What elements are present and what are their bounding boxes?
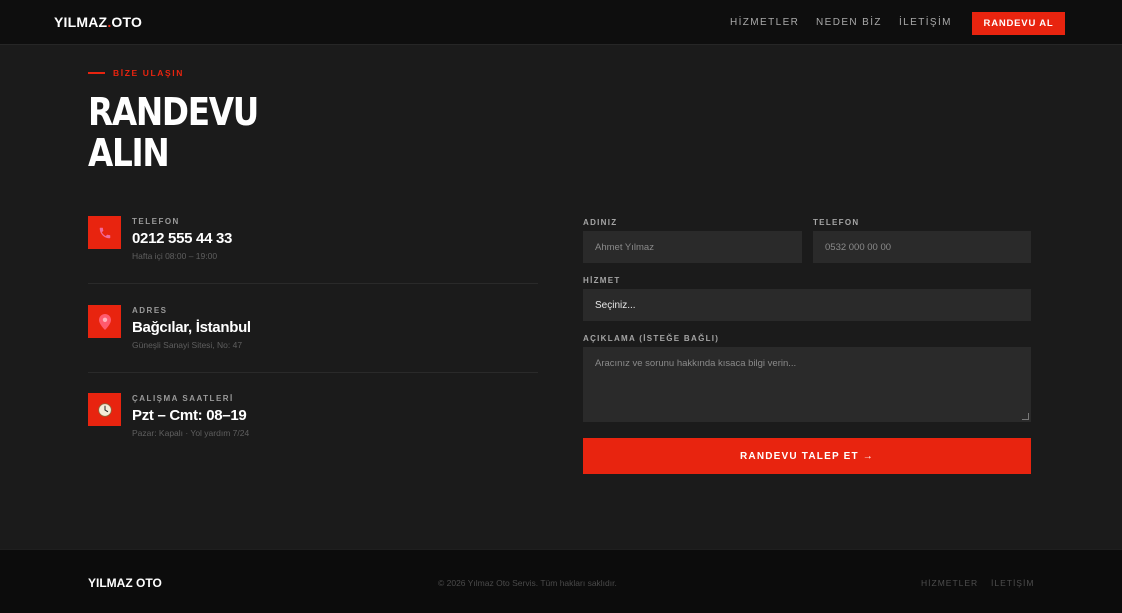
phone-label: TELEFON [132,217,180,226]
phone-number[interactable]: 0212 555 44 33 [132,230,232,247]
location-pin-icon [88,305,121,338]
footer-link-contact[interactable]: İLETİŞİM [991,578,1034,588]
copyright-text: © 2026 Yılmaz Oto Servis. Tüm hakları sa… [438,578,617,588]
footer-link-services[interactable]: HİZMETLER [921,578,978,588]
contact-item-hours: ÇALIŞMA SAATLERİ Pzt – Cmt: 08–19 Pazar:… [88,393,538,463]
address-label: ADRES [132,306,168,315]
description-field-label: AÇIKLAMA (İSTEĞE BAĞLI) [583,334,720,343]
resize-handle-icon[interactable] [1022,413,1029,420]
description-placeholder: Aracınız ve sorunu hakkında kısaca bilgi… [595,358,797,369]
page-title-line-1: RANDEVU [88,90,259,134]
clock-icon [88,393,121,426]
nav-link-why-us[interactable]: NEDEN BİZ [816,17,882,28]
eyebrow-text: BİZE ULAŞIN [113,68,184,78]
book-appointment-button[interactable]: RANDEVU AL [972,12,1065,35]
description-textarea[interactable]: Aracınız ve sorunu hakkında kısaca bilgi… [583,347,1031,422]
contact-divider [88,372,538,373]
logo-text-rest: OTO [111,14,143,30]
site-footer: YILMAZ OTO © 2026 Yılmaz Oto Servis. Tüm… [0,549,1122,613]
page-title: RANDEVU ALIN [88,92,346,174]
section-eyebrow: BİZE ULAŞIN [88,68,184,78]
service-select[interactable]: Seçiniz... [583,289,1031,321]
contact-item-address: ADRES Bağcılar, İstanbul Güneşli Sanayi … [88,305,538,375]
eyebrow-line [88,72,105,74]
service-field-label: HİZMET [583,276,621,285]
nav-link-services[interactable]: HİZMETLER [730,17,799,28]
name-field-label: ADINIZ [583,218,618,227]
address-city: Bağcılar, İstanbul [132,319,251,336]
page-title-line-2: ALIN [88,131,170,175]
footer-logo[interactable]: YILMAZ OTO [88,576,162,590]
contact-divider [88,283,538,284]
address-detail: Güneşli Sanayi Sitesi, No: 47 [132,340,243,350]
phone-field-label: TELEFON [813,218,860,227]
request-appointment-button[interactable]: RANDEVU TALEP ET → [583,438,1031,474]
phone-icon [88,216,121,249]
phone-hours-note: Hafta içi 08:00 – 19:00 [132,251,218,261]
top-navigation-bar: YILMAZ.OTO HİZMETLER NEDEN BİZ İLETİŞİM … [0,0,1122,45]
hours-label: ÇALIŞMA SAATLERİ [132,394,234,403]
phone-input[interactable]: 0532 000 00 00 [813,231,1031,263]
name-input[interactable]: Ahmet Yılmaz [583,231,802,263]
site-logo[interactable]: YILMAZ.OTO [54,14,142,30]
contact-item-phone: TELEFON 0212 555 44 33 Hafta içi 08:00 –… [88,216,538,286]
logo-text-main: YILMAZ [54,14,108,30]
nav-link-contact[interactable]: İLETİŞİM [899,17,952,28]
hours-weekdays: Pzt – Cmt: 08–19 [132,407,247,424]
hours-sunday-note: Pazar: Kapalı · Yol yardım 7/24 [132,428,250,438]
